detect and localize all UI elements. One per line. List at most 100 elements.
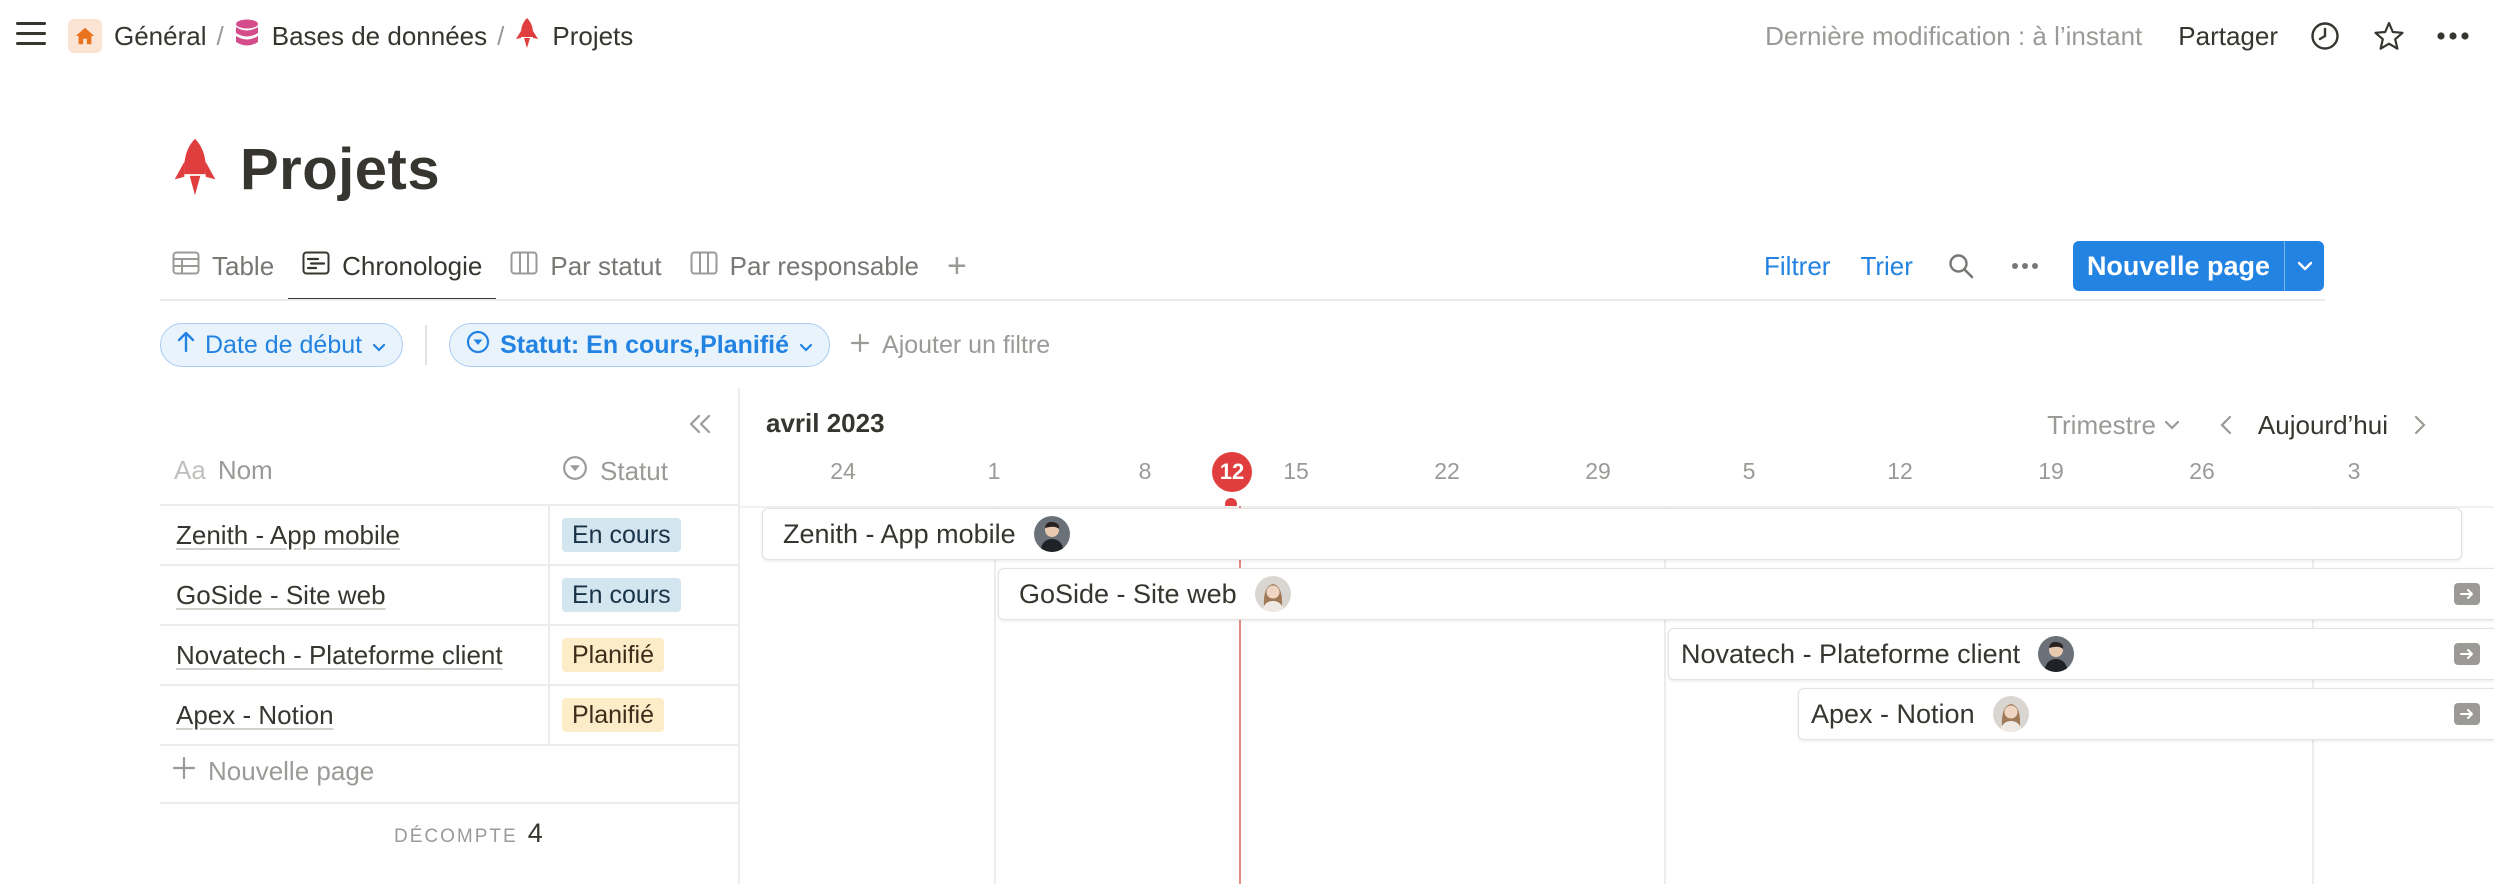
tab-par-statut[interactable]: Par statut bbox=[510, 240, 662, 292]
avatar bbox=[1992, 696, 2029, 732]
date-tick: 12 bbox=[1887, 458, 1913, 484]
date-tick: 26 bbox=[2189, 458, 2215, 484]
column-header-nom[interactable]: Aa Nom bbox=[174, 455, 273, 486]
timeline-bar[interactable]: Novatech - Plateforme client bbox=[1668, 628, 2494, 680]
date-tick: 29 bbox=[1585, 458, 1611, 484]
cell-divider bbox=[548, 626, 550, 684]
view-tabs: Table Chronologie Par statut Par respons… bbox=[172, 240, 967, 302]
breadcrumb-label: Projets bbox=[552, 20, 634, 51]
tab-par-responsable[interactable]: Par responsable bbox=[690, 240, 919, 292]
arrow-right-icon[interactable] bbox=[2454, 583, 2480, 605]
status-badge[interactable]: En cours bbox=[562, 578, 681, 612]
breadcrumb-item-databases[interactable]: Bases de données bbox=[234, 18, 487, 55]
bar-label: Novatech - Plateforme client bbox=[1681, 638, 2021, 669]
timeline-bar[interactable]: GoSide - Site web bbox=[998, 568, 2494, 620]
breadcrumb-item-general[interactable]: Général bbox=[68, 19, 207, 53]
add-row-button[interactable]: Nouvelle page bbox=[172, 756, 374, 787]
tab-label: Chronologie bbox=[342, 250, 483, 281]
text-type-icon: Aa bbox=[174, 455, 206, 485]
tab-chronologie[interactable]: Chronologie bbox=[288, 240, 497, 301]
date-tick: 19 bbox=[2038, 458, 2064, 484]
sort-chip[interactable]: Date de début bbox=[160, 323, 404, 367]
status-icon bbox=[562, 455, 588, 488]
chevron-right-icon[interactable] bbox=[2408, 411, 2432, 439]
share-button[interactable]: Partager bbox=[2178, 21, 2278, 52]
star-icon[interactable] bbox=[2372, 19, 2406, 53]
chevron-down-icon bbox=[372, 331, 386, 360]
today-button[interactable]: Aujourd’hui bbox=[2258, 410, 2388, 441]
more-icon[interactable] bbox=[2436, 19, 2470, 53]
history-icon[interactable] bbox=[2308, 19, 2342, 53]
new-page-button[interactable]: Nouvelle page bbox=[2072, 241, 2324, 291]
row-name[interactable]: Zenith - App mobile bbox=[176, 520, 400, 551]
scale-label: Trimestre bbox=[2047, 409, 2156, 440]
breadcrumb: Général / Bases de données / Projets bbox=[68, 17, 633, 56]
cell-divider bbox=[548, 686, 550, 744]
count-value: 4 bbox=[527, 818, 543, 848]
table-row[interactable]: Zenith - App mobile En cours bbox=[160, 506, 740, 566]
divider bbox=[425, 325, 428, 365]
scale-select[interactable]: Trimestre bbox=[2047, 410, 2180, 441]
avatar bbox=[1033, 516, 1070, 552]
menu-icon[interactable] bbox=[16, 22, 46, 48]
plus-icon bbox=[172, 756, 196, 787]
bar-label: Zenith - App mobile bbox=[783, 518, 1016, 549]
chevron-down-icon bbox=[2164, 420, 2180, 430]
tabs-divider bbox=[160, 299, 2325, 301]
table-row[interactable]: Novatech - Plateforme client Planifié bbox=[160, 626, 740, 686]
breadcrumb-separator: / bbox=[216, 20, 224, 51]
status-filter-chip[interactable]: Statut: En cours,Planifié bbox=[449, 323, 831, 367]
rocket-icon[interactable] bbox=[172, 136, 218, 203]
row-count[interactable]: DÉCOMPTE 4 bbox=[394, 818, 543, 849]
bar-label: GoSide - Site web bbox=[1019, 578, 1237, 609]
sort-chip-label: Date de début bbox=[205, 330, 363, 359]
page-title[interactable]: Projets bbox=[240, 136, 440, 203]
row-name[interactable]: Apex - Notion bbox=[176, 700, 334, 731]
count-divider bbox=[160, 802, 740, 804]
column-label: Statut bbox=[600, 456, 668, 486]
home-icon bbox=[68, 19, 102, 53]
status-badge[interactable]: En cours bbox=[562, 518, 681, 552]
table-row[interactable]: GoSide - Site web En cours bbox=[160, 566, 740, 626]
status-badge[interactable]: Planifié bbox=[562, 698, 664, 732]
add-view-icon[interactable]: + bbox=[947, 240, 967, 292]
collapse-table-icon[interactable] bbox=[686, 410, 714, 438]
timeline-bar[interactable]: Apex - Notion bbox=[1798, 688, 2494, 740]
top-bar: Général / Bases de données / Projets Der… bbox=[0, 0, 2494, 72]
arrow-right-icon[interactable] bbox=[2454, 703, 2480, 725]
status-badge[interactable]: Planifié bbox=[562, 638, 664, 672]
column-header-statut[interactable]: Statut bbox=[562, 455, 668, 488]
add-filter-button[interactable]: Ajouter un filtre bbox=[850, 331, 1050, 360]
breadcrumb-label: Bases de données bbox=[271, 20, 488, 51]
sort-button[interactable]: Trier bbox=[1860, 251, 1912, 282]
table-row[interactable]: Apex - Notion Planifié bbox=[160, 686, 740, 746]
chevron-left-icon[interactable] bbox=[2214, 411, 2238, 439]
row-name[interactable]: GoSide - Site web bbox=[176, 580, 386, 611]
status-icon bbox=[466, 330, 490, 361]
date-tick: 1 bbox=[987, 458, 1001, 484]
breadcrumb-separator: / bbox=[497, 20, 505, 51]
tab-label: Table bbox=[212, 250, 275, 281]
table-icon bbox=[172, 251, 200, 282]
plus-icon bbox=[850, 331, 870, 360]
chevron-down-icon bbox=[799, 331, 813, 360]
date-tick: 22 bbox=[1434, 458, 1460, 484]
arrow-right-icon[interactable] bbox=[2454, 643, 2480, 665]
filter-button[interactable]: Filtrer bbox=[1764, 251, 1830, 282]
chevron-down-icon[interactable] bbox=[2284, 241, 2324, 291]
timeline-icon bbox=[302, 251, 330, 282]
add-row-label: Nouvelle page bbox=[208, 756, 375, 786]
page-header: Projets bbox=[172, 136, 440, 203]
row-name[interactable]: Novatech - Plateforme client bbox=[176, 640, 503, 671]
database-icon bbox=[234, 18, 260, 55]
breadcrumb-item-projets[interactable]: Projets bbox=[514, 17, 633, 56]
cell-divider bbox=[548, 566, 550, 624]
search-icon[interactable] bbox=[1945, 250, 1977, 282]
tab-label: Par responsable bbox=[729, 250, 919, 281]
tab-table[interactable]: Table bbox=[172, 240, 274, 292]
database-toolbar: Filtrer Trier Nouvelle page bbox=[1734, 240, 2324, 292]
date-tick: 3 bbox=[2347, 458, 2361, 484]
timeline-bar[interactable]: Zenith - App mobile bbox=[762, 508, 2462, 560]
count-label: DÉCOMPTE bbox=[394, 826, 518, 847]
more-icon[interactable] bbox=[2009, 250, 2041, 282]
